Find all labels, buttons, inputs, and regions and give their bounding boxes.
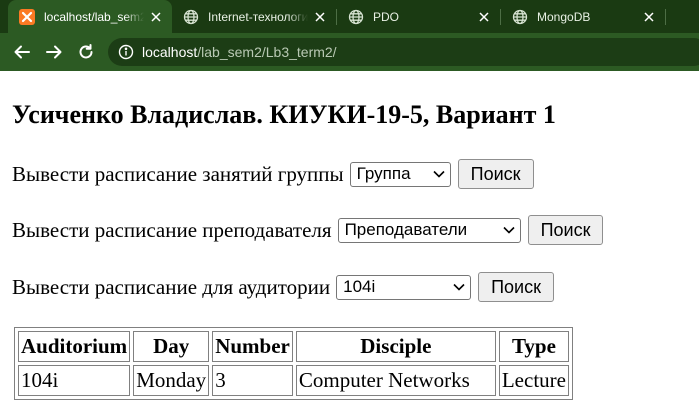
schedule-table: Auditorium Day Number Disciple Type 104i… [14, 327, 573, 400]
group-select-value: Группа [356, 164, 411, 183]
tab-mongodb[interactable]: MongoDB [501, 0, 665, 33]
globe-icon [183, 9, 199, 25]
table-cell: Computer Networks [295, 365, 496, 396]
column-header: Type [498, 331, 569, 362]
close-icon[interactable] [312, 9, 328, 25]
xampp-icon [19, 8, 35, 25]
teacher-select-value: Преподаватели [344, 220, 468, 239]
auditorium-search-button[interactable]: Поиск [478, 272, 554, 302]
tab-title: PDO [373, 9, 400, 24]
reload-icon[interactable] [76, 42, 96, 62]
teacher-form: Вывести расписание преподавателя Препода… [12, 215, 604, 245]
auditorium-form: Вывести расписание для аудитории 104i По… [12, 272, 554, 302]
auditorium-label: Вывести расписание для аудитории [12, 274, 331, 299]
table-header-row: Auditorium Day Number Disciple Type [18, 331, 569, 362]
auditorium-select-value: 104i [343, 277, 376, 296]
teacher-label: Вывести расписание преподавателя [12, 217, 332, 242]
forward-arrow-icon[interactable] [44, 42, 64, 62]
page-content: Усиченко Владислав. КИУКИ-19-5, Вариант … [0, 71, 699, 419]
group-label: Вывести расписание занятий группы [12, 161, 344, 186]
tab-separator [665, 9, 666, 25]
close-icon[interactable] [148, 9, 164, 25]
chevron-down-icon [452, 280, 466, 294]
column-header: Day [133, 331, 210, 362]
table-cell: 3 [212, 365, 293, 396]
url-host: localhost [142, 44, 198, 60]
column-header: Auditorium [18, 331, 131, 362]
chevron-down-icon [502, 223, 516, 237]
tab-pdo[interactable]: PDO [337, 0, 500, 33]
url-path: /lab_sem2/Lb3_term2/ [197, 44, 337, 60]
close-icon[interactable] [476, 9, 492, 25]
info-icon[interactable] [118, 44, 134, 60]
column-header: Disciple [295, 331, 496, 362]
table-row: 104i Monday 3 Computer Networks Lecture [18, 365, 569, 396]
browser-toolbar: localhost/lab_sem2/Lb3_term2/ [0, 33, 699, 71]
table-cell: Monday [133, 365, 210, 396]
tab-strip: localhost/lab_sem2 Internet-технологии P… [0, 0, 699, 33]
teacher-select[interactable]: Преподаватели [337, 217, 521, 243]
globe-icon [512, 9, 528, 25]
group-select[interactable]: Группа [349, 161, 451, 187]
page-title: Усиченко Владислав. КИУКИ-19-5, Вариант … [12, 100, 556, 129]
table-cell: Lecture [498, 365, 569, 396]
tab-title: MongoDB [537, 9, 591, 24]
tab-localhost[interactable]: localhost/lab_sem2 [8, 0, 172, 33]
address-bar[interactable]: localhost/lab_sem2/Lb3_term2/ [108, 38, 699, 66]
back-arrow-icon[interactable] [12, 42, 32, 62]
tab-title: Internet-технологии [208, 9, 308, 24]
auditorium-select[interactable]: 104i [336, 274, 472, 300]
group-search-button[interactable]: Поиск [457, 159, 534, 189]
close-icon[interactable] [641, 9, 657, 25]
column-header: Number [212, 331, 293, 362]
teacher-search-button[interactable]: Поиск [527, 215, 604, 245]
tab-title: localhost/lab_sem2 [44, 9, 144, 24]
table-cell: 104i [18, 365, 131, 396]
group-form: Вывести расписание занятий группы Группа… [12, 159, 534, 189]
tab-internet-tech[interactable]: Internet-технологии [172, 0, 336, 33]
chevron-down-icon [432, 167, 446, 181]
globe-icon [348, 9, 364, 25]
